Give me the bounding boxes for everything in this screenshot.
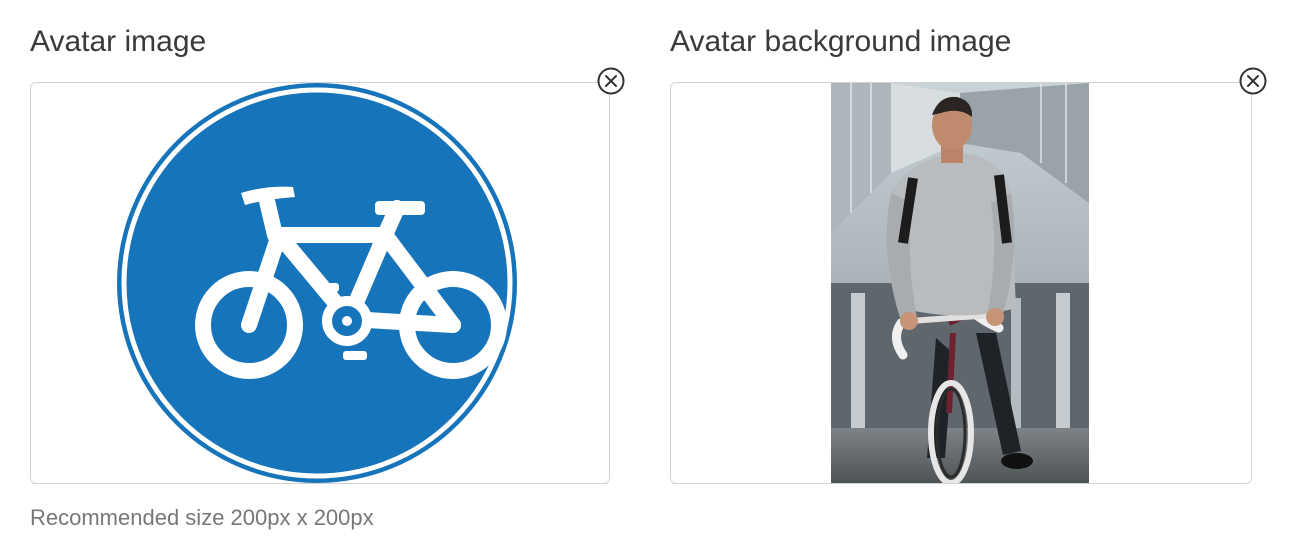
close-circle-icon <box>597 67 625 95</box>
avatar-background-clear-button[interactable] <box>1238 66 1268 96</box>
avatar-image-dropzone[interactable] <box>30 82 610 484</box>
cyclist-photo <box>831 83 1089 483</box>
avatar-image-label: Avatar image <box>30 25 207 58</box>
avatar-background-dropzone[interactable] <box>670 82 1252 484</box>
bicycle-sign-icon <box>117 83 517 483</box>
avatar-image-size-hint: Recommended size 200px x 200px <box>30 505 374 530</box>
close-circle-icon <box>1239 67 1267 95</box>
avatar-image-preview <box>117 83 521 483</box>
avatar-background-preview <box>831 83 1089 483</box>
avatar-image-clear-button[interactable] <box>596 66 626 96</box>
avatar-background-label: Avatar background image <box>670 25 1012 58</box>
